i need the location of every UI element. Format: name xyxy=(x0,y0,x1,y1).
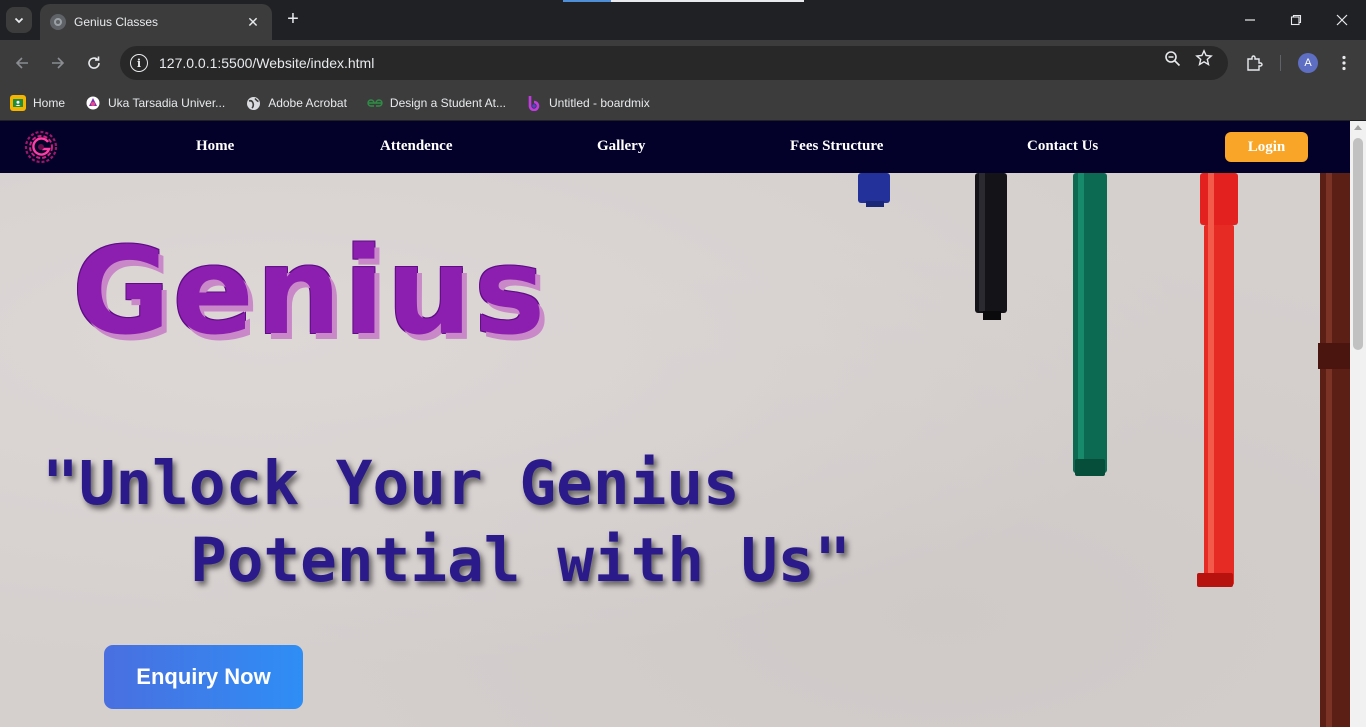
arrow-right-icon xyxy=(52,57,65,69)
bookmark-home[interactable]: Home xyxy=(10,95,65,111)
page-viewport: Home Attendence Gallery Fees Structure C… xyxy=(0,121,1350,727)
tab-search-button[interactable] xyxy=(6,7,32,33)
nav-home[interactable]: Home xyxy=(196,138,234,155)
scrollbar-thumb[interactable] xyxy=(1353,138,1363,350)
close-window-icon[interactable] xyxy=(1319,6,1365,34)
profile-avatar[interactable]: A xyxy=(1298,53,1318,73)
arrow-left-icon xyxy=(15,57,28,69)
site-navbar: Home Attendence Gallery Fees Structure C… xyxy=(0,121,1350,173)
restore-icon[interactable] xyxy=(1273,6,1319,34)
minimize-icon[interactable] xyxy=(1227,6,1273,34)
geeksforgeeks-icon xyxy=(367,95,383,111)
tab-strip: Genius Classes ✕ + xyxy=(0,0,1366,40)
forward-button[interactable] xyxy=(45,50,71,76)
active-tab[interactable]: Genius Classes ✕ xyxy=(40,4,272,40)
bookmark-uka-tarsadia[interactable]: Uka Tarsadia Univer... xyxy=(85,95,225,111)
url-text: 127.0.0.1:5500/Website/index.html xyxy=(159,55,375,71)
toolbar-divider xyxy=(1280,55,1281,71)
tab-title: Genius Classes xyxy=(74,15,159,29)
nav-contact-us[interactable]: Contact Us xyxy=(1027,138,1098,155)
browser-toolbar: i 127.0.0.1:5500/Website/index.html A xyxy=(0,40,1366,86)
bookmark-boardmix[interactable]: Untitled - boardmix xyxy=(526,95,650,111)
bookmark-label: Adobe Acrobat xyxy=(268,96,347,110)
university-icon xyxy=(85,95,101,111)
tagline-line-2: Potential with Us" xyxy=(190,525,852,596)
zoom-icon[interactable] xyxy=(1162,48,1182,68)
genius-logo-icon[interactable] xyxy=(24,130,58,164)
new-tab-button[interactable]: + xyxy=(282,8,304,30)
globe-icon xyxy=(245,95,261,111)
hero-title: Genius xyxy=(72,223,548,362)
bookmark-label: Home xyxy=(33,96,66,110)
page-scrollbar[interactable] xyxy=(1350,121,1366,727)
reload-button[interactable] xyxy=(81,50,107,76)
reload-icon xyxy=(88,56,100,69)
login-button[interactable]: Login xyxy=(1225,132,1308,162)
bookmark-label: Uka Tarsadia Univer... xyxy=(108,96,226,110)
globe-icon xyxy=(50,14,66,30)
close-tab-icon[interactable]: ✕ xyxy=(244,13,262,31)
extensions-icon[interactable] xyxy=(1243,52,1265,74)
bookmark-label: Design a Student At... xyxy=(389,96,506,110)
address-bar[interactable]: i 127.0.0.1:5500/Website/index.html xyxy=(120,46,1228,80)
tagline-line-1: "Unlock Your Genius xyxy=(42,448,740,519)
boardmix-icon xyxy=(526,95,542,111)
menu-kebab-icon[interactable] xyxy=(1333,52,1355,74)
nav-attendence[interactable]: Attendence xyxy=(380,138,452,155)
bookmark-label: Untitled - boardmix xyxy=(549,96,650,110)
window-accent xyxy=(611,0,804,2)
classroom-icon xyxy=(10,95,26,111)
bookmark-design-student[interactable]: Design a Student At... xyxy=(367,95,506,111)
site-info-icon[interactable]: i xyxy=(130,54,148,72)
nav-fees-structure[interactable]: Fees Structure xyxy=(790,138,883,155)
bookmark-star-icon[interactable] xyxy=(1194,48,1214,68)
hero-tagline: "Unlock Your Genius Potential with Us" xyxy=(42,445,942,599)
bookmarks-bar: Home Uka Tarsadia Univer... Adobe Acroba… xyxy=(0,86,1366,120)
hero-section: Genius "Unlock Your Genius Potential wit… xyxy=(0,173,1350,727)
scroll-up-arrow-icon[interactable] xyxy=(1354,125,1362,130)
chevron-down-icon xyxy=(14,17,24,24)
bookmark-adobe-acrobat[interactable]: Adobe Acrobat xyxy=(245,95,347,111)
back-button[interactable] xyxy=(9,50,35,76)
enquiry-now-button[interactable]: Enquiry Now xyxy=(104,645,303,709)
window-accent xyxy=(563,0,611,2)
nav-gallery[interactable]: Gallery xyxy=(597,138,645,155)
